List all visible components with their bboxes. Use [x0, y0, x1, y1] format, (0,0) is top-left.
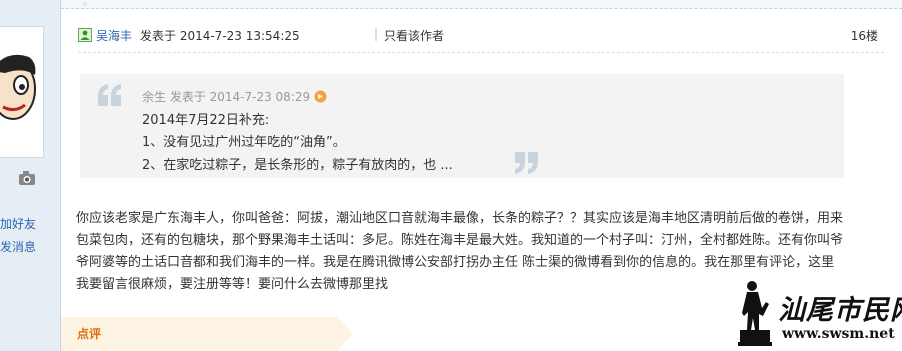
quote-line: 2014年7月22日补充:	[142, 113, 270, 128]
goto-post-icon[interactable]	[314, 90, 327, 103]
quote-block: 余生 发表于 2014-7-23 08:29 2014年7月22日补充: 1、没…	[80, 74, 844, 178]
post-timestamp: 发表于 2014-7-23 13:54:25	[140, 29, 300, 43]
add-friend-link[interactable]: 加好友	[0, 215, 36, 232]
quote-author-time: 余生 发表于 2014-7-23 08:29	[142, 90, 311, 104]
post-header: 吴海丰 发表于 2014-7-23 13:54:25 | 只看该作者 16楼	[78, 26, 878, 44]
watermark-url: www.swsm.net	[782, 326, 895, 342]
quote-line: 1、没有见过广州过年吃的“油角”。	[142, 135, 346, 150]
statue-logo-icon	[738, 281, 772, 346]
quote-close-icon	[515, 152, 538, 174]
author-sidebar: 加好友 发消息	[0, 0, 61, 351]
previous-post-edge	[61, 0, 902, 9]
send-message-link[interactable]: 发消息	[0, 238, 36, 255]
quote-open-icon	[98, 84, 121, 106]
watermark-title: 汕尾市民网	[778, 295, 902, 326]
header-divider	[78, 52, 884, 53]
meta-separator: |	[374, 27, 379, 41]
floor-number[interactable]: 16楼	[851, 27, 878, 44]
author-name[interactable]: 吴海丰	[96, 27, 132, 44]
camera-icon[interactable]	[18, 170, 36, 186]
quote-line: 2、在家吃过粽子，是长条形的，粽子有放肉的，也 ...	[142, 158, 453, 173]
comment-label: 点评	[77, 327, 102, 341]
only-author-link[interactable]: 只看该作者	[384, 27, 444, 44]
quote-meta: 余生 发表于 2014-7-23 08:29	[142, 88, 327, 105]
post-content: 你应该老家是广东海丰人，你叫爸爸：阿拔，潮汕地区口音就海丰最像，长条的粽子？？其…	[76, 211, 844, 292]
avatar[interactable]	[0, 26, 44, 158]
site-watermark: 汕尾市民网 www.swsm.net	[738, 278, 902, 348]
comment-section-header: 点评	[61, 317, 353, 351]
online-icon	[78, 28, 92, 42]
comment-tab-shape	[61, 317, 353, 351]
